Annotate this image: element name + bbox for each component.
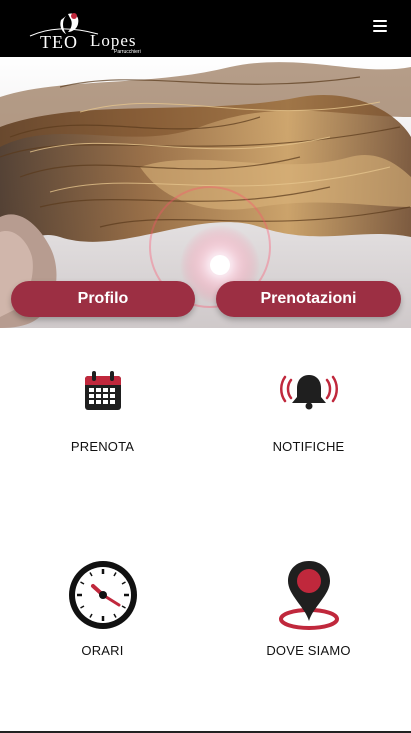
tile-dove-siamo[interactable]: DOVE SIAMO: [206, 559, 411, 658]
brand-logo[interactable]: TEO Lopes Parrucchieri: [28, 10, 153, 54]
tile-notifiche[interactable]: NOTIFICHE: [206, 372, 411, 454]
calendar-icon: [84, 371, 121, 410]
svg-text:Parrucchieri: Parrucchieri: [114, 49, 141, 54]
top-bar: TEO Lopes Parrucchieri: [0, 0, 411, 57]
tile-orari[interactable]: ORARI: [0, 559, 205, 658]
tile-label: DOVE SIAMO: [266, 643, 351, 658]
tile-label: PRENOTA: [70, 439, 135, 454]
clock-icon: [68, 561, 137, 629]
tile-prenota[interactable]: PRENOTA: [0, 370, 205, 454]
bell-alarm-icon: [279, 375, 338, 410]
tile-label: NOTIFICHE: [272, 439, 345, 454]
profile-button[interactable]: Profilo: [11, 281, 195, 317]
bookings-button[interactable]: Prenotazioni: [216, 281, 401, 317]
svg-text:Lopes: Lopes: [90, 31, 137, 50]
map-pin-icon: [278, 561, 339, 630]
hamburger-menu-icon[interactable]: [373, 20, 387, 34]
svg-text:TEO: TEO: [40, 32, 78, 52]
tile-label: ORARI: [81, 643, 124, 658]
